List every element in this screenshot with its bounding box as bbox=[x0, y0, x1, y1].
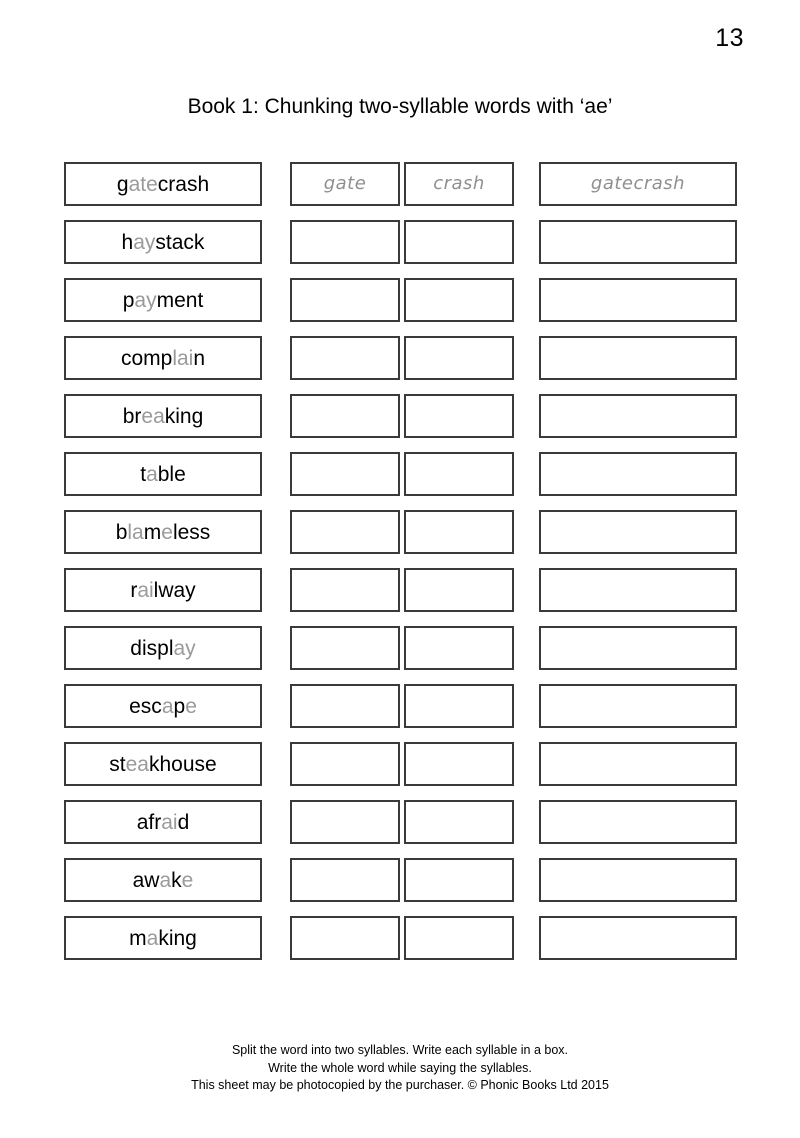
worksheet-row: blameless bbox=[0, 510, 800, 568]
syllable-1-box[interactable] bbox=[290, 336, 400, 380]
page-number: 13 bbox=[715, 24, 744, 52]
word-prompt-box: blameless bbox=[64, 510, 262, 554]
whole-word-box[interactable] bbox=[539, 684, 737, 728]
syllable-1-box-text: gate bbox=[323, 173, 367, 194]
syllable-1-box[interactable] bbox=[290, 510, 400, 554]
whole-word-box[interactable] bbox=[539, 220, 737, 264]
worksheet-row: afraid bbox=[0, 800, 800, 858]
syllable-1-box[interactable] bbox=[290, 568, 400, 612]
footer-line-1: Split the word into two syllables. Write… bbox=[231, 1042, 569, 1057]
worksheet-row: breaking bbox=[0, 394, 800, 452]
syllable-2-box[interactable] bbox=[404, 278, 514, 322]
syllable-2-box[interactable] bbox=[404, 220, 514, 264]
worksheet-row: table bbox=[0, 452, 800, 510]
page-title: Book 1: Chunking two-syllable words with… bbox=[187, 95, 613, 118]
word-prompt-box: haystack bbox=[64, 220, 262, 264]
word-prompt-box: railway bbox=[64, 568, 262, 612]
word-text: awake bbox=[132, 868, 194, 892]
word-text: display bbox=[130, 636, 196, 660]
word-prompt-box: awake bbox=[64, 858, 262, 902]
syllable-1-box[interactable] bbox=[290, 278, 400, 322]
word-prompt-box: payment bbox=[64, 278, 262, 322]
syllable-1-box[interactable] bbox=[290, 742, 400, 786]
syllable-2-box[interactable] bbox=[404, 394, 514, 438]
worksheet-row: complain bbox=[0, 336, 800, 394]
word-text: railway bbox=[130, 578, 196, 602]
word-prompt-box: afraid bbox=[64, 800, 262, 844]
word-text: table bbox=[140, 462, 186, 486]
syllable-1-box[interactable] bbox=[290, 626, 400, 670]
syllable-2-box[interactable] bbox=[404, 916, 514, 960]
whole-word-box[interactable] bbox=[539, 336, 737, 380]
worksheet-grid: gatecrash gate crash gatecrash haystack payme… bbox=[0, 162, 800, 974]
word-text: breaking bbox=[122, 404, 204, 428]
syllable-1-box[interactable] bbox=[290, 916, 400, 960]
whole-word-box[interactable] bbox=[539, 278, 737, 322]
footer: Split the word into two syllables. Write… bbox=[0, 1042, 800, 1095]
whole-word-box[interactable] bbox=[539, 394, 737, 438]
word-prompt-box: escape bbox=[64, 684, 262, 728]
worksheet-row: display bbox=[0, 626, 800, 684]
word-text: afraid bbox=[136, 810, 190, 834]
syllable-1-box[interactable] bbox=[290, 220, 400, 264]
word-text: steakhouse bbox=[109, 752, 217, 776]
syllable-2-box[interactable] bbox=[404, 568, 514, 612]
syllable-2-box-text: crash bbox=[433, 173, 485, 194]
word-prompt-box: display bbox=[64, 626, 262, 670]
word-text: gatecrash bbox=[116, 172, 210, 196]
word-prompt-box: gatecrash bbox=[64, 162, 262, 206]
word-prompt-box: table bbox=[64, 452, 262, 496]
syllable-2-box[interactable] bbox=[404, 742, 514, 786]
whole-word-box[interactable] bbox=[539, 800, 737, 844]
syllable-2-box[interactable] bbox=[404, 626, 514, 670]
syllable-1-box[interactable] bbox=[290, 684, 400, 728]
worksheet-row: haystack bbox=[0, 220, 800, 278]
whole-word-box[interactable] bbox=[539, 510, 737, 554]
syllable-2-box[interactable] bbox=[404, 336, 514, 380]
word-text: escape bbox=[129, 694, 197, 718]
syllable-1-box[interactable] bbox=[290, 394, 400, 438]
whole-word-box[interactable] bbox=[539, 858, 737, 902]
whole-word-box[interactable] bbox=[539, 568, 737, 612]
footer-line-3: This sheet may be photocopied by the pur… bbox=[191, 1078, 609, 1093]
whole-word-box[interactable] bbox=[539, 916, 737, 960]
word-prompt-box: complain bbox=[64, 336, 262, 380]
whole-word-box-text: gatecrash bbox=[590, 173, 686, 194]
whole-word-box[interactable] bbox=[539, 742, 737, 786]
worksheet-row: railway bbox=[0, 568, 800, 626]
syllable-1-box[interactable] bbox=[290, 858, 400, 902]
syllable-1-box[interactable]: gate bbox=[290, 162, 400, 206]
word-text: making bbox=[129, 926, 197, 950]
syllable-2-box[interactable] bbox=[404, 452, 514, 496]
syllable-2-box[interactable] bbox=[404, 684, 514, 728]
syllable-2-box[interactable] bbox=[404, 858, 514, 902]
worksheet-row: gatecrash gate crash gatecrash bbox=[0, 162, 800, 220]
syllable-2-box[interactable]: crash bbox=[404, 162, 514, 206]
whole-word-box[interactable]: gatecrash bbox=[539, 162, 737, 206]
whole-word-box[interactable] bbox=[539, 626, 737, 670]
whole-word-box[interactable] bbox=[539, 452, 737, 496]
word-text: blameless bbox=[115, 520, 211, 544]
footer-line-2: Write the whole word while saying the sy… bbox=[268, 1060, 532, 1075]
word-prompt-box: making bbox=[64, 916, 262, 960]
syllable-2-box[interactable] bbox=[404, 800, 514, 844]
syllable-2-box[interactable] bbox=[404, 510, 514, 554]
word-text: payment bbox=[122, 288, 204, 312]
worksheet-row: awake bbox=[0, 858, 800, 916]
syllable-1-box[interactable] bbox=[290, 452, 400, 496]
word-text: complain bbox=[120, 346, 206, 370]
word-prompt-box: steakhouse bbox=[64, 742, 262, 786]
worksheet-row: payment bbox=[0, 278, 800, 336]
worksheet-row: escape bbox=[0, 684, 800, 742]
worksheet-row: steakhouse bbox=[0, 742, 800, 800]
word-prompt-box: breaking bbox=[64, 394, 262, 438]
word-text: haystack bbox=[121, 230, 205, 254]
worksheet-row: making bbox=[0, 916, 800, 974]
syllable-1-box[interactable] bbox=[290, 800, 400, 844]
